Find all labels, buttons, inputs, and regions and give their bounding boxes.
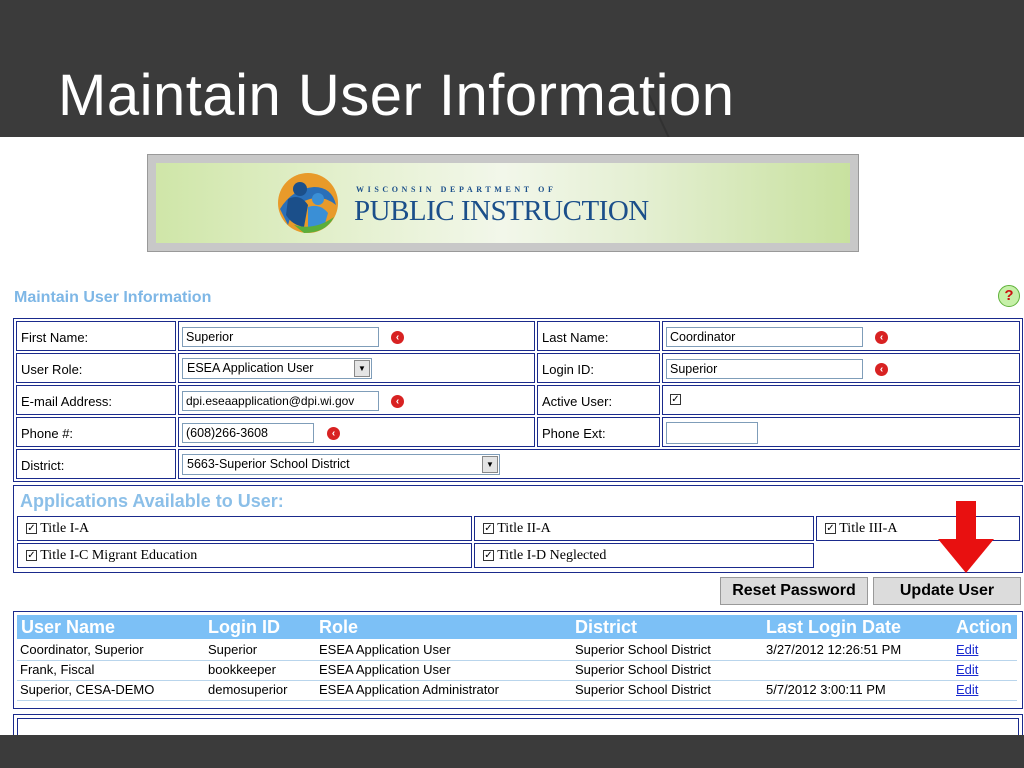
required-icon: ‹: [391, 395, 404, 408]
first-name-label: First Name:: [16, 321, 176, 351]
user-role-value: ESEA Application User: [187, 361, 314, 375]
app-title-i-a[interactable]: ✓ Title I-A: [17, 516, 472, 541]
checkbox[interactable]: ✓: [483, 550, 494, 562]
required-icon: ‹: [875, 331, 888, 344]
table-row: Coordinator, Superior Superior ESEA Appl…: [17, 640, 1017, 661]
banner-title: PUBLIC INSTRUCTION: [354, 195, 649, 227]
active-user-label: Active User:: [537, 385, 660, 415]
last-name-input[interactable]: [666, 327, 863, 347]
email-label: E-mail Address:: [16, 385, 176, 415]
first-name-input[interactable]: [182, 327, 379, 347]
bottom-panel: [13, 714, 1023, 735]
banner-subtitle: WISCONSIN DEPARTMENT OF: [356, 185, 557, 194]
active-user-checkbox[interactable]: ✓: [670, 394, 681, 405]
col-action: Action: [956, 617, 1012, 637]
user-role-select[interactable]: ESEA Application User ▼: [182, 358, 372, 379]
table-row: Frank, Fiscal bookkeeper ESEA Applicatio…: [17, 660, 1017, 681]
phone-ext-label: Phone Ext:: [537, 417, 660, 447]
edit-link[interactable]: Edit: [956, 662, 978, 677]
chevron-down-icon[interactable]: ▼: [482, 456, 498, 473]
app-title-i-d[interactable]: ✓ Title I-D Neglected: [474, 543, 814, 568]
grid-header: User Name Login ID Role District Last Lo…: [17, 615, 1017, 639]
district-value: 5663-Superior School District: [187, 457, 350, 471]
active-user-cell: ✓: [662, 385, 1020, 415]
login-id-input[interactable]: [666, 359, 863, 379]
app-title-ii-a[interactable]: ✓ Title II-A: [474, 516, 814, 541]
phone-ext-input[interactable]: [666, 422, 758, 444]
login-id-cell: ‹: [662, 353, 1020, 383]
section-title: Maintain User Information: [14, 289, 212, 306]
edit-link[interactable]: Edit: [956, 682, 978, 697]
login-id-label: Login ID:: [537, 353, 660, 383]
col-login-id[interactable]: Login ID: [208, 615, 280, 639]
applications-panel: Applications Available to User: ✓ Title …: [13, 485, 1023, 573]
checkbox[interactable]: ✓: [26, 550, 37, 562]
first-name-cell: ‹: [178, 321, 535, 351]
applications-title: Applications Available to User:: [20, 491, 284, 511]
dpi-logo-icon: [278, 173, 338, 233]
users-grid: User Name Login ID Role District Last Lo…: [13, 611, 1023, 709]
required-icon: ‹: [327, 427, 340, 440]
user-role-label: User Role:: [16, 353, 176, 383]
red-arrow-icon: [938, 501, 994, 573]
help-icon[interactable]: ?: [998, 285, 1020, 307]
slide-footer: [0, 735, 1024, 768]
email-cell: ‹: [178, 385, 535, 415]
edit-link[interactable]: Edit: [956, 642, 978, 657]
phone-label: Phone #:: [16, 417, 176, 447]
col-user-name[interactable]: User Name: [21, 615, 115, 639]
app-title-i-c[interactable]: ✓ Title I-C Migrant Education: [17, 543, 472, 568]
checkbox[interactable]: ✓: [483, 523, 494, 535]
checkbox[interactable]: ✓: [825, 523, 836, 535]
phone-cell: ‹: [178, 417, 535, 447]
last-name-cell: ‹: [662, 321, 1020, 351]
email-input[interactable]: [182, 391, 379, 411]
district-cell: 5663-Superior School District ▼: [178, 449, 1020, 479]
required-icon: ‹: [875, 363, 888, 376]
user-role-cell: ESEA Application User ▼: [178, 353, 535, 383]
slide-header: Maintain User Information: [0, 0, 1024, 137]
required-icon: ‹: [391, 331, 404, 344]
col-district[interactable]: District: [575, 615, 637, 639]
checkbox[interactable]: ✓: [26, 523, 37, 535]
last-name-label: Last Name:: [537, 321, 660, 351]
col-last-login[interactable]: Last Login Date: [766, 615, 901, 639]
dpi-banner: WISCONSIN DEPARTMENT OF PUBLIC INSTRUCTI…: [147, 154, 859, 252]
chevron-down-icon[interactable]: ▼: [354, 360, 370, 377]
screenshot-content: WISCONSIN DEPARTMENT OF PUBLIC INSTRUCTI…: [0, 137, 1024, 735]
slide-title: Maintain User Information: [58, 63, 735, 128]
district-label: District:: [16, 449, 176, 479]
phone-input[interactable]: [182, 423, 314, 443]
user-form: First Name: ‹ Last Name: ‹ User Role: ES…: [13, 318, 1023, 482]
phone-ext-cell: [662, 417, 1020, 447]
update-user-button[interactable]: Update User: [873, 577, 1021, 605]
table-row: Superior, CESA-DEMO demosuperior ESEA Ap…: [17, 680, 1017, 701]
col-role[interactable]: Role: [319, 615, 358, 639]
reset-password-button[interactable]: Reset Password: [720, 577, 868, 605]
district-select[interactable]: 5663-Superior School District ▼: [182, 454, 500, 475]
